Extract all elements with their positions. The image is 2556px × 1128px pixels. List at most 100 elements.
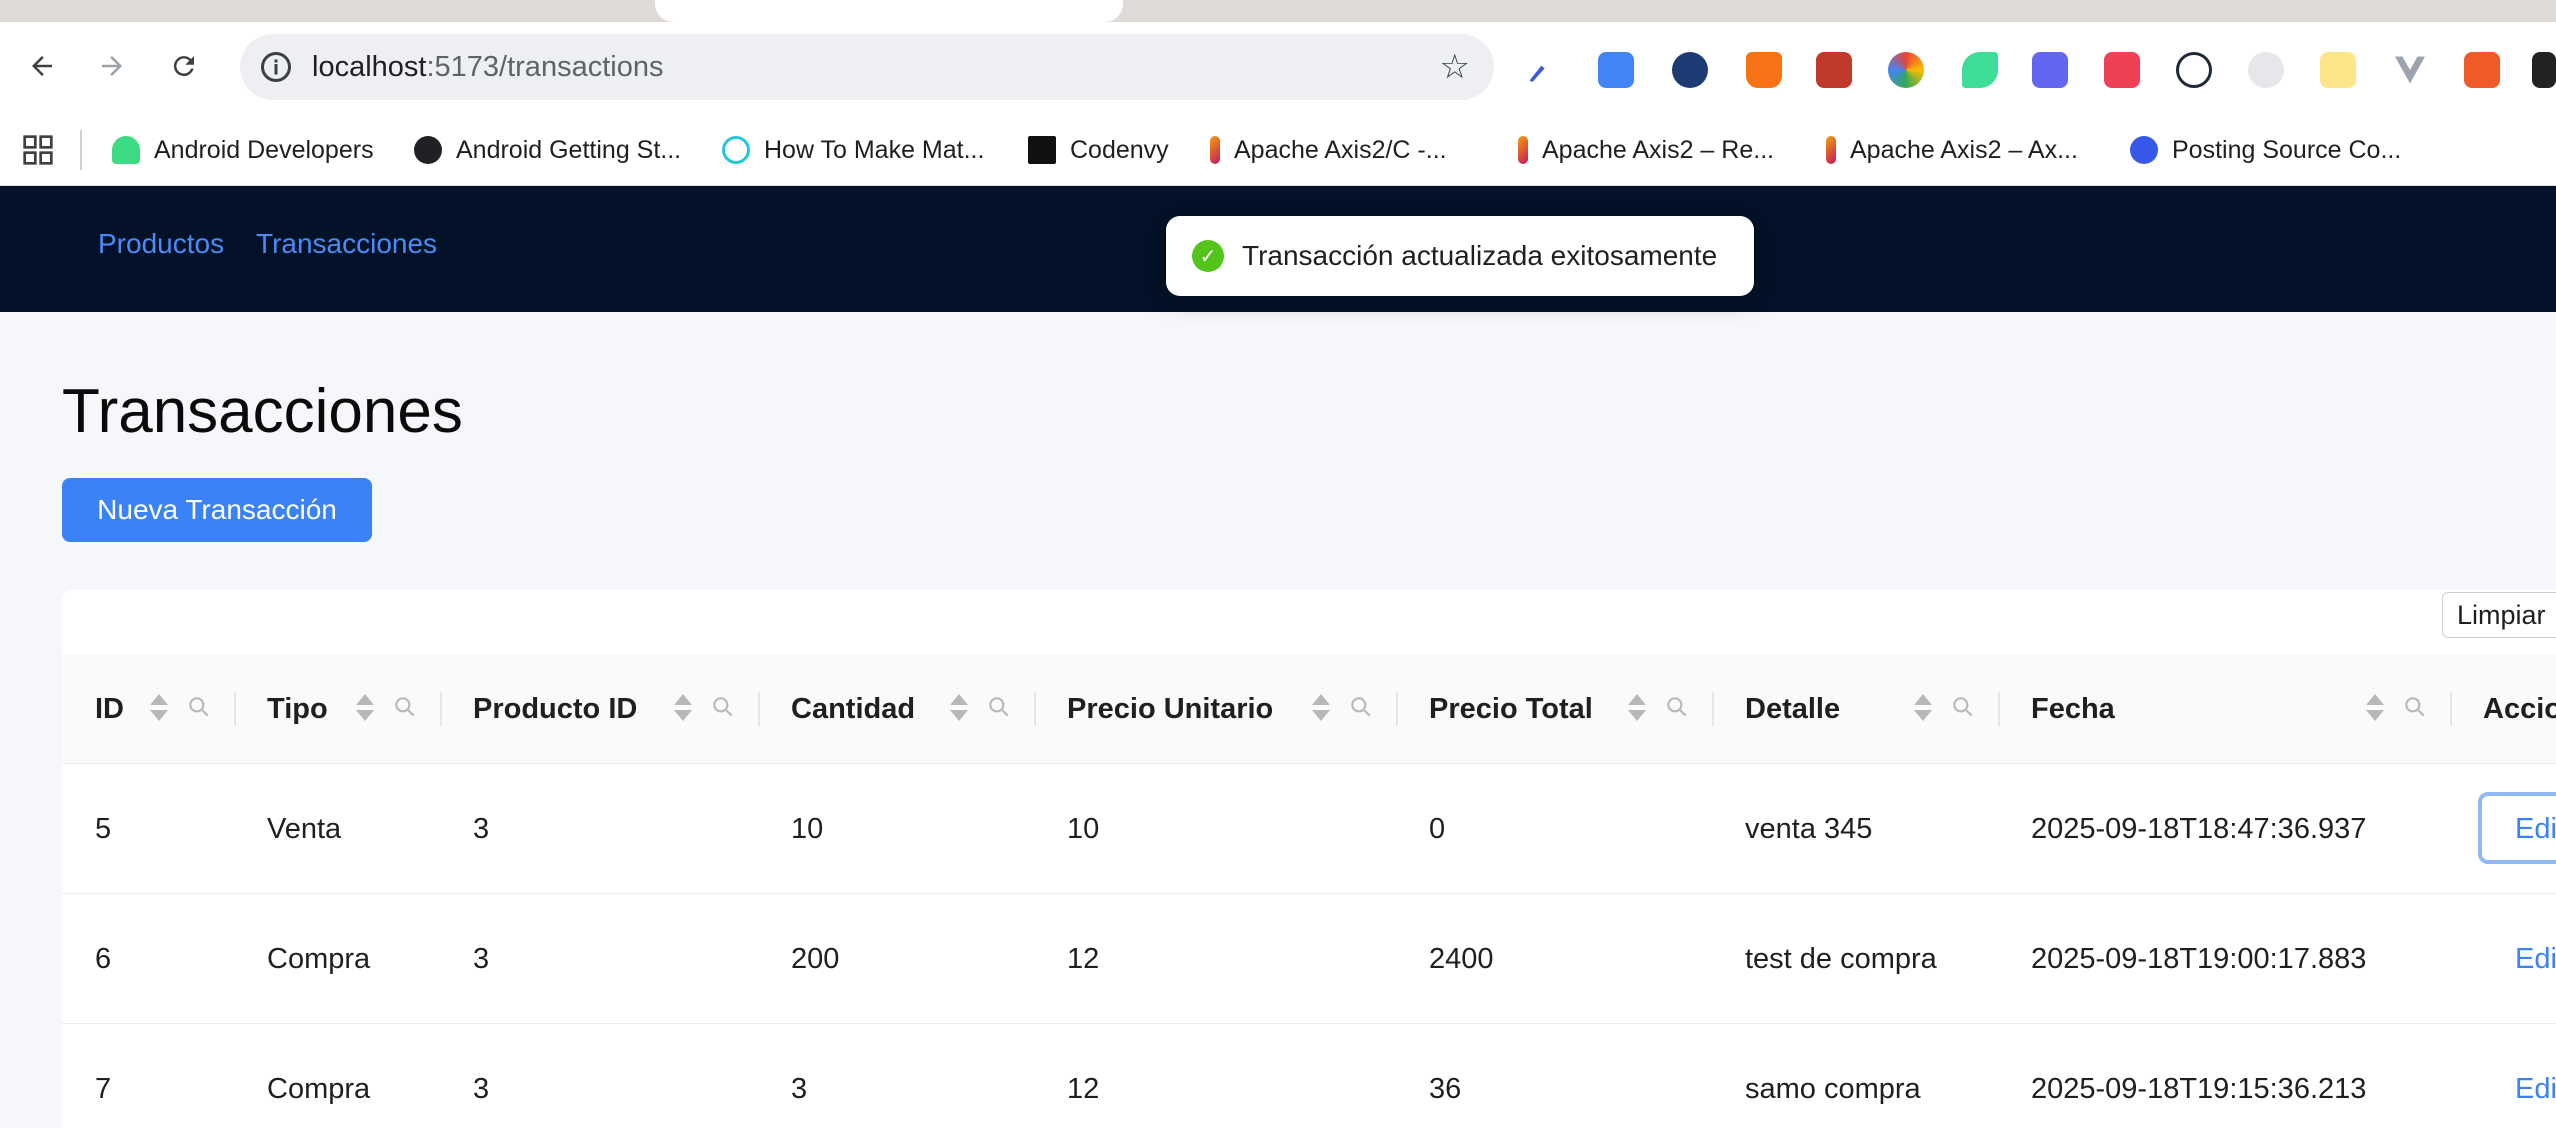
cell-fecha: 2025-09-18T19:00:17.883 bbox=[2031, 942, 2367, 975]
cell-tipo: Compra bbox=[267, 1072, 371, 1105]
sort-icon[interactable] bbox=[672, 692, 694, 726]
cell-id: 6 bbox=[95, 942, 112, 975]
bookmark-how-to-make-mat[interactable]: How To Make Mat... bbox=[722, 132, 984, 168]
reload-icon[interactable] bbox=[164, 46, 204, 86]
bookmark-label: How To Make Mat... bbox=[764, 135, 985, 164]
search-icon[interactable] bbox=[1950, 694, 1976, 720]
search-icon[interactable] bbox=[392, 694, 418, 720]
cell-id: 5 bbox=[95, 812, 112, 845]
column-divider bbox=[440, 692, 442, 726]
pen-extension-icon[interactable] bbox=[1522, 52, 1558, 88]
cell-precio-unitario: 12 bbox=[1067, 1072, 1100, 1105]
nav-link-productos[interactable]: Productos bbox=[98, 228, 224, 260]
edit-button[interactable]: Edi bbox=[2515, 894, 2556, 1024]
apache-feather-icon bbox=[1826, 136, 1836, 164]
sort-icon[interactable] bbox=[948, 692, 970, 726]
bookmark-codenvy[interactable]: Codenvy bbox=[1028, 132, 1169, 168]
bookmark-apache-axis2-re[interactable]: Apache Axis2 – Re... bbox=[1518, 132, 1774, 168]
new-transaction-button[interactable]: Nueva Transacción bbox=[62, 478, 372, 542]
cell-detalle: samo compra bbox=[1745, 1072, 1921, 1105]
cell-tipo: Compra bbox=[267, 942, 371, 975]
cell-fecha: 2025-09-18T19:15:36.213 bbox=[2031, 1072, 2367, 1105]
clear-filters-button[interactable]: Limpiar bbox=[2442, 592, 2556, 638]
sort-icon[interactable] bbox=[1912, 692, 1934, 726]
search-icon[interactable] bbox=[186, 694, 212, 720]
bookmark-android-getting-started[interactable]: Android Getting St... bbox=[414, 132, 681, 168]
success-check-icon: ✓ bbox=[1192, 240, 1224, 272]
lighthouse-extension-icon[interactable] bbox=[1746, 52, 1782, 88]
browser-tabstrip bbox=[0, 0, 2556, 22]
forward-icon[interactable] bbox=[92, 46, 132, 86]
f-extension-icon[interactable] bbox=[2532, 52, 2556, 88]
bookmark-posting-source-code[interactable]: Posting Source Co... bbox=[2130, 132, 2401, 168]
sort-icon[interactable] bbox=[148, 692, 170, 726]
cell-precio-total: 2400 bbox=[1429, 942, 1494, 975]
camera-extension-icon[interactable] bbox=[2248, 52, 2284, 88]
bookmark-label: Apache Axis2/C -... bbox=[1234, 135, 1447, 164]
sort-icon[interactable] bbox=[1310, 692, 1332, 726]
cell-cantidad: 10 bbox=[791, 812, 824, 845]
tools-extension-icon[interactable] bbox=[2320, 52, 2356, 88]
bookmark-apache-axis2-ax[interactable]: Apache Axis2 – Ax... bbox=[1826, 132, 2078, 168]
pocket-extension-icon[interactable] bbox=[2104, 52, 2140, 88]
column-divider bbox=[1396, 692, 1398, 726]
cell-fecha: 2025-09-18T18:47:36.937 bbox=[2031, 812, 2367, 845]
bookmarks-separator bbox=[80, 130, 82, 170]
cell-cantidad: 200 bbox=[791, 942, 840, 975]
column-header-detalle[interactable]: Detalle bbox=[1745, 654, 1840, 764]
column-header-fecha[interactable]: Fecha bbox=[2031, 654, 2115, 764]
table-row: 6 Compra 3 200 12 2400 test de compra 20… bbox=[62, 894, 2556, 1024]
codenvy-icon bbox=[1028, 136, 1056, 164]
font-extension-icon[interactable] bbox=[2176, 52, 2212, 88]
nav-link-transacciones[interactable]: Transacciones bbox=[256, 228, 437, 260]
back-icon[interactable] bbox=[22, 46, 62, 86]
check-extension-icon[interactable] bbox=[1672, 52, 1708, 88]
column-divider bbox=[1712, 692, 1714, 726]
bookmark-label: Apache Axis2 – Ax... bbox=[1850, 135, 2078, 164]
mi-extension-icon[interactable] bbox=[2464, 52, 2500, 88]
bookmarks-bar: Android Developers Android Getting St...… bbox=[0, 114, 2556, 186]
column-header-tipo[interactable]: Tipo bbox=[267, 654, 328, 764]
search-icon[interactable] bbox=[1348, 694, 1374, 720]
bookmark-label: Apache Axis2 – Re... bbox=[1542, 135, 1775, 164]
translate-extension-icon[interactable] bbox=[1598, 52, 1634, 88]
apps-grid-icon[interactable] bbox=[22, 134, 54, 166]
column-divider bbox=[1034, 692, 1036, 726]
search-icon[interactable] bbox=[710, 694, 736, 720]
sort-icon[interactable] bbox=[1626, 692, 1648, 726]
swirl-icon bbox=[722, 136, 750, 164]
wordpress-icon bbox=[2130, 136, 2158, 164]
column-header-precio-unitario[interactable]: Precio Unitario bbox=[1067, 654, 1273, 764]
column-header-id[interactable]: ID bbox=[95, 654, 124, 764]
active-browser-tab[interactable] bbox=[655, 0, 1123, 22]
sort-icon[interactable] bbox=[2364, 692, 2386, 726]
search-icon[interactable] bbox=[986, 694, 1012, 720]
column-divider bbox=[2450, 692, 2452, 726]
bookmark-apache-axis2-c[interactable]: Apache Axis2/C -... bbox=[1210, 132, 1447, 168]
bookmark-android-developers[interactable]: Android Developers bbox=[112, 132, 374, 168]
bookmark-label: Codenvy bbox=[1070, 135, 1169, 164]
page-title: Transacciones bbox=[62, 377, 463, 446]
address-bar[interactable]: localhost:5173/transactions ☆ bbox=[240, 34, 1494, 100]
edit-button[interactable]: Edi bbox=[2515, 1024, 2556, 1128]
bookmark-star-icon[interactable]: ☆ bbox=[1440, 47, 1470, 87]
search-icon[interactable] bbox=[2402, 694, 2428, 720]
table-row: 7 Compra 3 3 12 36 samo compra 2025-09-1… bbox=[62, 1024, 2556, 1128]
column-header-producto-id[interactable]: Producto ID bbox=[473, 654, 637, 764]
bookmark-label: Posting Source Co... bbox=[2172, 135, 2402, 164]
url-text[interactable]: localhost:5173/transactions bbox=[312, 51, 663, 84]
site-info-icon[interactable] bbox=[258, 49, 294, 85]
column-header-precio-total[interactable]: Precio Total bbox=[1429, 654, 1593, 764]
search-icon[interactable] bbox=[1664, 694, 1690, 720]
table-row: 5 Venta 3 10 10 0 venta 345 2025-09-18T1… bbox=[62, 764, 2556, 894]
sort-icon[interactable] bbox=[354, 692, 376, 726]
bug-extension-icon[interactable] bbox=[1816, 52, 1852, 88]
cell-detalle: venta 345 bbox=[1745, 812, 1873, 845]
snowflake-extension-icon[interactable] bbox=[2032, 52, 2068, 88]
color-picker-extension-icon[interactable] bbox=[1888, 52, 1924, 88]
cell-precio-total: 36 bbox=[1429, 1072, 1462, 1105]
cell-producto-id: 3 bbox=[473, 812, 490, 845]
leaf-extension-icon[interactable] bbox=[1962, 52, 1998, 88]
vue-extension-icon[interactable] bbox=[2392, 52, 2428, 88]
column-header-cantidad[interactable]: Cantidad bbox=[791, 654, 915, 764]
